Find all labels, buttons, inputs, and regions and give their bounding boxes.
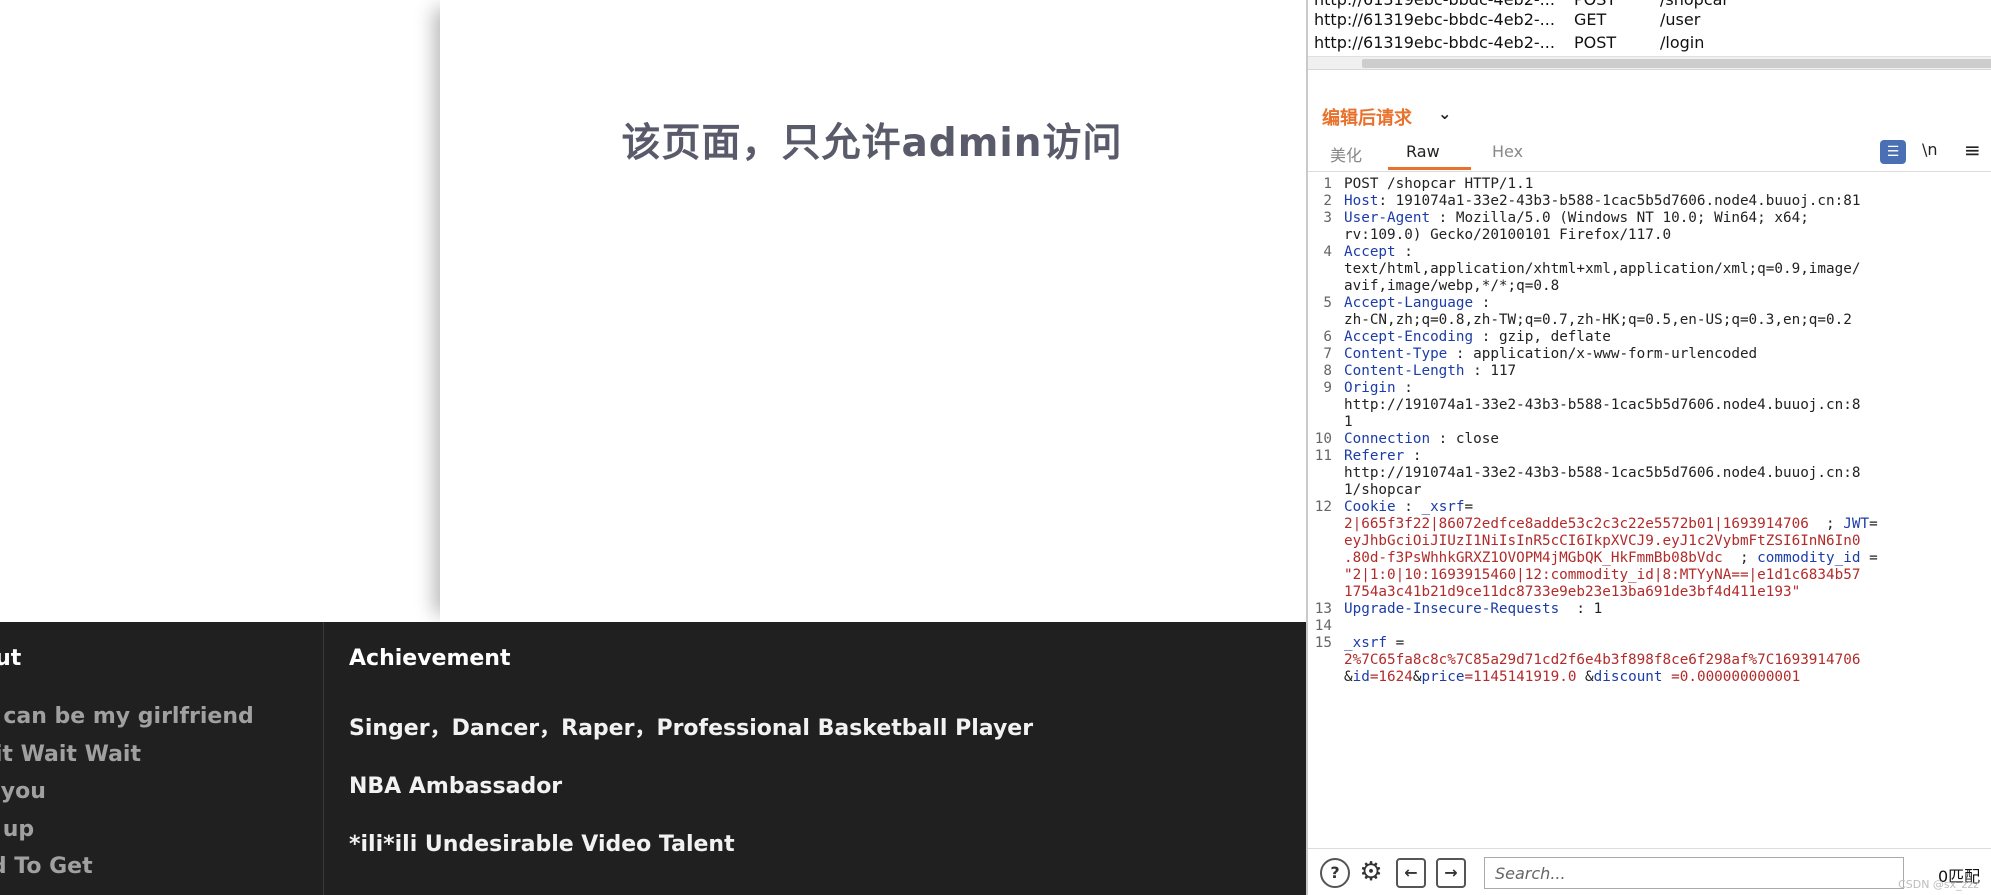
scrollbar-thumb[interactable]: [1362, 59, 1991, 68]
footer-achievement-item: *ili*ili Undesirable Video Talent: [349, 832, 735, 857]
footer-about-link[interactable]: s you: [0, 773, 254, 811]
footer-achievement-list: Singer，Dancer，Raper，Professional Basketb…: [349, 700, 1033, 874]
arrow-right-icon[interactable]: →: [1436, 858, 1466, 888]
footer-about-title: out: [0, 646, 22, 671]
search-input[interactable]: [1484, 857, 1904, 889]
history-method: POST: [1574, 0, 1616, 9]
footer-about-column: out u can be my girlfriend ait Wait Wait…: [0, 622, 324, 895]
footer-about-link[interactable]: rd To Get: [0, 848, 254, 886]
param-name: price: [1421, 669, 1465, 685]
header-key: Content-Type: [1344, 346, 1448, 362]
history-url: http://61319ebc-bbdc-4eb2-...: [1314, 10, 1555, 29]
header-key: Host: [1344, 193, 1379, 209]
param-name: _xsrf: [1344, 635, 1388, 651]
hamburger-menu-icon[interactable]: ≡: [1964, 138, 1981, 162]
content-card: 该页面，只允许admin访问: [440, 0, 1304, 622]
cookie-value: .80d-f3PsWhhkGRXZ1OVOPM4jMGbQK_HkFmmBb08…: [1344, 550, 1723, 566]
burp-repeater-panel: http://61319ebc-bbdc-4eb2-... POST /shop…: [1306, 0, 1991, 895]
history-url: http://61319ebc-bbdc-4eb2-...: [1314, 33, 1555, 52]
header-key: Accept-Language: [1344, 295, 1474, 311]
request-history-table: http://61319ebc-bbdc-4eb2-... POST /shop…: [1308, 0, 1991, 56]
chevron-down-icon[interactable]: ⌄: [1438, 104, 1451, 123]
header-key: Connection: [1344, 431, 1431, 447]
history-path: /user: [1660, 10, 1701, 29]
history-row[interactable]: http://61319ebc-bbdc-4eb2-... GET /user: [1308, 10, 1991, 34]
history-method: POST: [1574, 33, 1617, 52]
footer-achievement-title: Achievement: [349, 646, 511, 671]
show-newlines-button[interactable]: \n: [1922, 140, 1938, 159]
edited-request-title: 编辑后请求: [1322, 108, 1412, 129]
history-horizontal-scrollbar[interactable]: [1308, 56, 1991, 70]
gear-icon[interactable]: ⚙: [1356, 858, 1386, 888]
header-value: : 191074a1-33e2-43b3-b588-1cac5b5d7606.n…: [1378, 193, 1861, 209]
header-key: Content-Length: [1344, 363, 1465, 379]
header-key: User-Agent: [1344, 210, 1431, 226]
history-path: /shopcar: [1660, 0, 1729, 9]
header-key: Accept-Encoding: [1344, 329, 1474, 345]
cookie-name: commodity_id: [1757, 550, 1861, 566]
header-key: Cookie: [1344, 499, 1396, 515]
footer-achievement-item: Singer，Dancer，Raper，Professional Basketb…: [349, 716, 1034, 741]
footer-about-link[interactable]: u can be my girlfriend: [0, 698, 254, 736]
active-tab-underline: [1388, 167, 1471, 170]
page-gutter-right: [1280, 0, 1306, 622]
footer-about-list: u can be my girlfriend ait Wait Wait s y…: [0, 698, 254, 886]
page-gutter-left: [0, 0, 440, 622]
param-value: =0.000000000001: [1662, 669, 1801, 685]
history-method: GET: [1574, 10, 1607, 29]
editor-tabs: 美化 Raw Hex ☰ \n ≡: [1308, 138, 1991, 172]
param-name: discount: [1593, 669, 1663, 685]
footer-about-link[interactable]: ait Wait Wait: [0, 736, 254, 774]
footer-about-link[interactable]: ll up: [0, 811, 254, 849]
editor-header: 编辑后请求 ⌄: [1308, 100, 1991, 132]
watermark: CSDN @sx_zzz: [1898, 878, 1979, 891]
cookie-name: JWT: [1843, 516, 1870, 532]
history-url: http://61319ebc-bbdc-4eb2-...: [1314, 0, 1564, 9]
footer-achievement-item: NBA Ambassador: [349, 774, 563, 799]
help-icon[interactable]: ?: [1320, 858, 1350, 888]
param-value: =1624: [1369, 669, 1413, 685]
header-key: Accept: [1344, 244, 1396, 260]
history-row[interactable]: http://61319ebc-bbdc-4eb2-... POST /logi…: [1308, 33, 1991, 56]
word-wrap-icon[interactable]: ☰: [1880, 140, 1906, 164]
param-value: =1145141919.0: [1464, 669, 1577, 685]
search-toolbar: ? ⚙ ← → 0匹配 CSDN @sx_zzz: [1308, 848, 1991, 895]
page-heading: 该页面，只允许admin访问: [621, 121, 1123, 166]
history-path: /login: [1660, 33, 1705, 52]
browser-page: 该页面，只允许admin访问 out u can be my girlfrien…: [0, 0, 1306, 895]
tab-hex[interactable]: Hex: [1492, 142, 1523, 161]
param-name: id: [1352, 669, 1370, 685]
arrow-left-icon[interactable]: ←: [1396, 858, 1426, 888]
header-key: Referer: [1344, 448, 1405, 464]
raw-request-editor[interactable]: 1 POST /shopcar HTTP/1.1 2 Host: 191074a…: [1308, 174, 1991, 842]
header-key: Upgrade-Insecure-Requests: [1344, 601, 1560, 617]
header-key: Origin: [1344, 380, 1396, 396]
cookie-value: 2|665f3f22|86072edfce8adde53c2c3c22e5572…: [1344, 516, 1809, 532]
site-footer: out u can be my girlfriend ait Wait Wait…: [0, 622, 1306, 895]
header-value: : Mozilla/5.0 (Windows NT 10.0; Win64; x…: [1430, 210, 1809, 226]
cookie-name: _xsrf: [1421, 499, 1465, 515]
tab-raw[interactable]: Raw: [1406, 142, 1440, 161]
tab-prettify[interactable]: 美化: [1330, 142, 1362, 166]
